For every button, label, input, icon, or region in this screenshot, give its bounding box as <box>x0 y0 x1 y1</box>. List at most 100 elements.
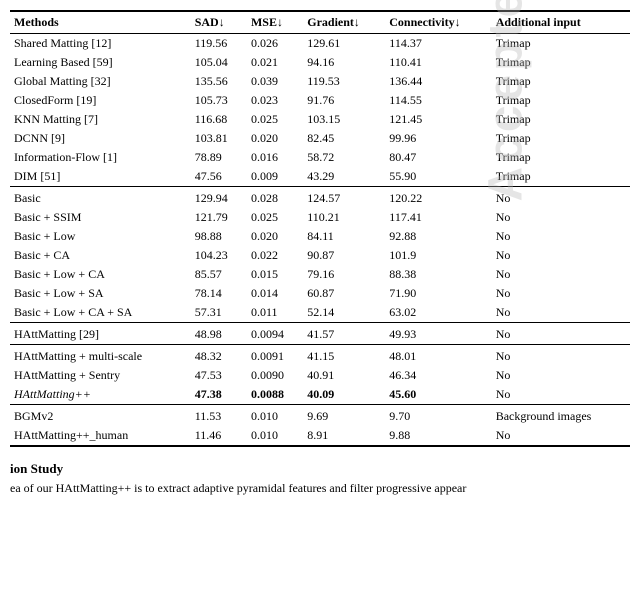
cell-value: Trimap <box>492 148 630 167</box>
cell-method: HAttMatting + Sentry <box>10 366 191 385</box>
cell-value: Trimap <box>492 34 630 54</box>
cell-method: Basic + Low + CA + SA <box>10 303 191 323</box>
cell-value: No <box>492 187 630 209</box>
table-row: Global Matting [32]135.560.039119.53136.… <box>10 72 630 91</box>
cell-value: 9.88 <box>385 426 491 446</box>
table-row: BGMv211.530.0109.699.70Background images <box>10 405 630 427</box>
cell-value: 47.38 <box>191 385 247 405</box>
cell-value: Trimap <box>492 91 630 110</box>
cell-value: 40.91 <box>303 366 385 385</box>
cell-value: 0.020 <box>247 129 303 148</box>
table-row: HAttMatting + multi-scale48.320.009141.1… <box>10 345 630 367</box>
cell-value: 105.73 <box>191 91 247 110</box>
cell-value: 85.57 <box>191 265 247 284</box>
cell-value: No <box>492 323 630 345</box>
cell-value: 46.34 <box>385 366 491 385</box>
cell-value: No <box>492 284 630 303</box>
cell-value: No <box>492 246 630 265</box>
cell-method: KNN Matting [7] <box>10 110 191 129</box>
cell-value: 40.09 <box>303 385 385 405</box>
cell-value: Trimap <box>492 72 630 91</box>
table-row: KNN Matting [7]116.680.025103.15121.45Tr… <box>10 110 630 129</box>
cell-value: 116.68 <box>191 110 247 129</box>
cell-value: 57.31 <box>191 303 247 323</box>
cell-value: 99.96 <box>385 129 491 148</box>
cell-value: 101.9 <box>385 246 491 265</box>
cell-method: Basic + CA <box>10 246 191 265</box>
cell-value: 92.88 <box>385 227 491 246</box>
cell-value: 63.02 <box>385 303 491 323</box>
cell-value: 0.014 <box>247 284 303 303</box>
cell-value: 78.89 <box>191 148 247 167</box>
bottom-section: ion Study ea of our HAttMatting++ is to … <box>10 461 630 496</box>
cell-value: No <box>492 208 630 227</box>
cell-method: HAttMatting++ <box>10 385 191 405</box>
cell-method: Basic + SSIM <box>10 208 191 227</box>
table-row: Basic + Low98.880.02084.1192.88No <box>10 227 630 246</box>
cell-method: ClosedForm [19] <box>10 91 191 110</box>
table-row: DCNN [9]103.810.02082.4599.96Trimap <box>10 129 630 148</box>
cell-value: 52.14 <box>303 303 385 323</box>
cell-value: 103.81 <box>191 129 247 148</box>
cell-value: 0.021 <box>247 53 303 72</box>
cell-value: 0.0090 <box>247 366 303 385</box>
cell-method: HAttMatting++_human <box>10 426 191 446</box>
cell-value: 135.56 <box>191 72 247 91</box>
cell-value: 60.87 <box>303 284 385 303</box>
table-row: HAttMatting++_human11.460.0108.919.88No <box>10 426 630 446</box>
cell-value: 110.41 <box>385 53 491 72</box>
cell-value: 78.14 <box>191 284 247 303</box>
cell-value: 48.98 <box>191 323 247 345</box>
cell-value: Trimap <box>492 53 630 72</box>
cell-value: 41.15 <box>303 345 385 367</box>
cell-value: 0.023 <box>247 91 303 110</box>
cell-method: DIM [51] <box>10 167 191 187</box>
cell-value: 0.016 <box>247 148 303 167</box>
cell-value: No <box>492 303 630 323</box>
cell-method: Global Matting [32] <box>10 72 191 91</box>
cell-value: 117.41 <box>385 208 491 227</box>
cell-value: 71.90 <box>385 284 491 303</box>
table-row: Basic129.940.028124.57120.22No <box>10 187 630 209</box>
cell-value: 0.015 <box>247 265 303 284</box>
cell-value: 110.21 <box>303 208 385 227</box>
table-row: DIM [51]47.560.00943.2955.90Trimap <box>10 167 630 187</box>
table-row: Basic + SSIM121.790.025110.21117.41No <box>10 208 630 227</box>
cell-value: 98.88 <box>191 227 247 246</box>
cell-value: 0.028 <box>247 187 303 209</box>
cell-method: Basic + Low + SA <box>10 284 191 303</box>
cell-value: No <box>492 227 630 246</box>
cell-value: 103.15 <box>303 110 385 129</box>
cell-value: 0.0094 <box>247 323 303 345</box>
cell-value: 129.61 <box>303 34 385 54</box>
cell-value: 49.93 <box>385 323 491 345</box>
cell-value: 114.37 <box>385 34 491 54</box>
cell-value: 121.79 <box>191 208 247 227</box>
cell-value: 120.22 <box>385 187 491 209</box>
col-sad: SAD↓ <box>191 11 247 34</box>
table-row: Information-Flow [1]78.890.01658.7280.47… <box>10 148 630 167</box>
cell-value: 136.44 <box>385 72 491 91</box>
cell-value: 48.01 <box>385 345 491 367</box>
cell-value: No <box>492 366 630 385</box>
cell-method: HAttMatting [29] <box>10 323 191 345</box>
cell-value: 0.010 <box>247 405 303 427</box>
cell-value: 88.38 <box>385 265 491 284</box>
table-row: HAttMatting++47.380.008840.0945.60No <box>10 385 630 405</box>
cell-method: Shared Matting [12] <box>10 34 191 54</box>
cell-method: Learning Based [59] <box>10 53 191 72</box>
col-additional: Additional input <box>492 11 630 34</box>
table-header-row: Methods SAD↓ MSE↓ Gradient↓ Connectivity… <box>10 11 630 34</box>
cell-value: Trimap <box>492 167 630 187</box>
cell-value: No <box>492 345 630 367</box>
cell-value: 0.0091 <box>247 345 303 367</box>
cell-value: 0.020 <box>247 227 303 246</box>
section-body: ea of our HAttMatting++ is to extract ad… <box>10 481 630 496</box>
section-title: ion Study <box>10 461 630 477</box>
cell-value: No <box>492 385 630 405</box>
cell-method: Basic + Low + CA <box>10 265 191 284</box>
cell-value: 0.039 <box>247 72 303 91</box>
cell-value: 9.69 <box>303 405 385 427</box>
table-row: Basic + CA104.230.02290.87101.9No <box>10 246 630 265</box>
cell-value: 0.025 <box>247 208 303 227</box>
